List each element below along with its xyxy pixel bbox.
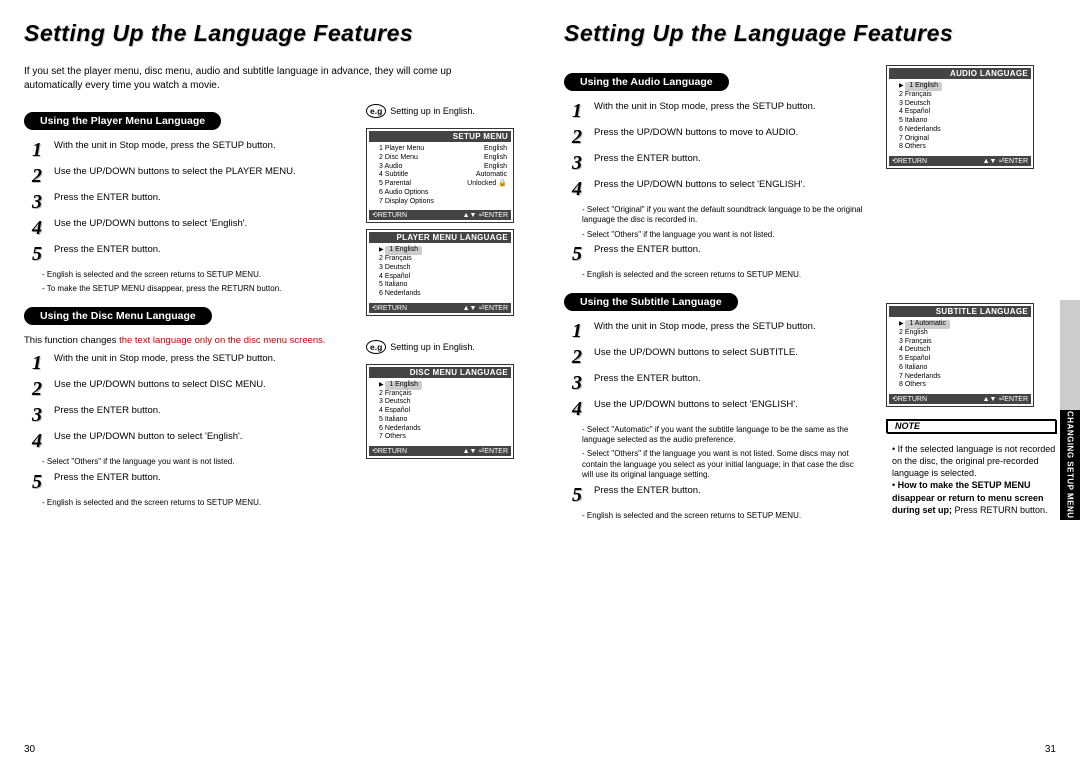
disc-intro: This function changes the text language …: [24, 335, 346, 347]
page-title-right: Setting Up the Language Features: [564, 20, 1056, 47]
osd-setup-menu: SETUP MENU 1 Player MenuEnglish 2 Disc M…: [366, 128, 514, 223]
page-left: Setting Up the Language Features If you …: [0, 0, 540, 763]
page-right: Setting Up the Language Features Using t…: [540, 0, 1080, 763]
pill-audio-lang: Using the Audio Language: [564, 73, 729, 91]
osd-audio-lang: AUDIO LANGUAGE 1 English 2 Français 3 De…: [886, 65, 1034, 169]
intro-text: If you set the player menu, disc menu, a…: [24, 65, 494, 92]
osd-player-menu-lang: PLAYER MENU LANGUAGE 1 English 2 Françai…: [366, 229, 514, 316]
page-title-left: Setting Up the Language Features: [24, 20, 516, 47]
osd-subtitle-lang: SUBTITLE LANGUAGE 1 Automatic 2 English …: [886, 303, 1034, 407]
note-label: NOTE: [886, 419, 1056, 433]
steps-disc-menu: 1With the unit in Stop mode, press the S…: [28, 353, 346, 451]
right-text-column: Using the Audio Language 1With the unit …: [564, 65, 866, 525]
steps-audio: 1With the unit in Stop mode, press the S…: [568, 101, 866, 199]
steps-subtitle: 1With the unit in Stop mode, press the S…: [568, 321, 866, 419]
steps-player-menu: 1With the unit in Stop mode, press the S…: [28, 140, 346, 264]
pill-disc-menu: Using the Disc Menu Language: [24, 307, 212, 325]
page-number-left: 30: [24, 744, 35, 755]
lock-icon: Unlocked: [467, 180, 507, 189]
eg-badge: e.g: [366, 104, 386, 118]
pill-subtitle-lang: Using the Subtitle Language: [564, 293, 738, 311]
footnote-bullets: If the selected language is not recorded…: [892, 443, 1056, 516]
chapter-tab-inactive: [1060, 300, 1080, 410]
page-number-right: 31: [1045, 744, 1056, 755]
osd-disc-menu-lang: DISC MENU LANGUAGE 1 English 2 Français …: [366, 364, 514, 459]
left-osd-column: e.gSetting up in English. SETUP MENU 1 P…: [366, 104, 516, 512]
right-osd-column: AUDIO LANGUAGE 1 English 2 Français 3 De…: [886, 65, 1056, 525]
pill-player-menu: Using the Player Menu Language: [24, 112, 221, 130]
chapter-tab-active: CHANGING SETUP MENU: [1060, 410, 1080, 520]
left-text-column: Using the Player Menu Language 1With the…: [24, 104, 346, 512]
